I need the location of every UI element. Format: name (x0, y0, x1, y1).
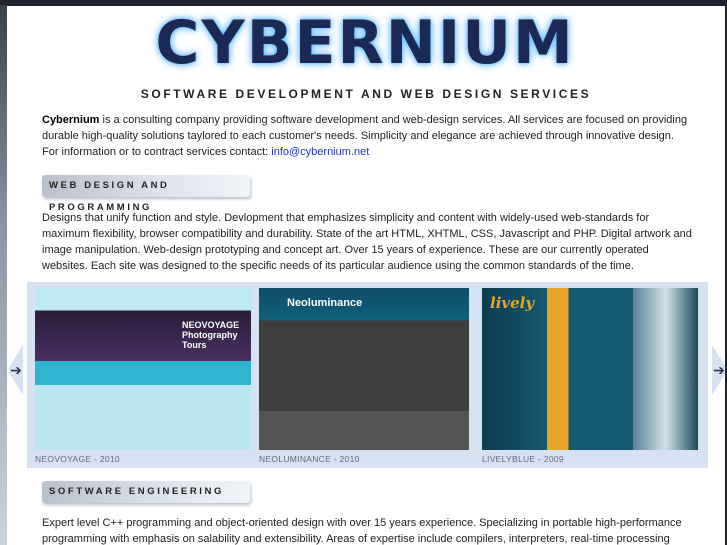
arrow-right-icon[interactable]: ➔ (712, 345, 725, 395)
thumb-label: NEOVOYAGE Photography Tours (182, 320, 240, 350)
software-paragraph: Expert level C++ programming and object-… (42, 517, 682, 545)
caption-neovoyage: NEOVOYAGE - 2010 (35, 454, 120, 464)
intro-paragraph: Cybernium is a consulting company provid… (42, 112, 692, 160)
thumb-label: lively (490, 294, 535, 312)
web-paragraph: Designs that unify function and style. D… (42, 212, 692, 272)
brand-name: Cybernium (42, 114, 100, 126)
caption-neoluminance: NEOLUMINANCE - 2010 (259, 454, 360, 464)
thumbnail-neovoyage[interactable]: NEOVOYAGE Photography Tours (35, 288, 251, 450)
thumb-label: Neoluminance (287, 297, 363, 309)
portfolio-carousel: ➔ ➔ NEOVOYAGE Photography Tours NEOVOYAG… (9, 282, 725, 468)
arrow-left-icon[interactable]: ➔ (9, 345, 23, 395)
page: CYBERNIUM SOFTWARE DEVELOPMENT AND WEB D… (7, 6, 725, 545)
thumbnail-livelyblue[interactable]: lively (482, 288, 698, 450)
page-frame (0, 5, 7, 545)
section-heading-software: SOFTWARE ENGINEERING (42, 481, 250, 503)
email-link[interactable]: info@cybernium.net (271, 146, 369, 158)
thumbnail-neoluminance[interactable]: Neoluminance (259, 288, 469, 450)
tagline: SOFTWARE DEVELOPMENT AND WEB DESIGN SERV… (140, 87, 592, 101)
logo-text: CYBERNIUM (155, 8, 575, 78)
section-heading-web: WEB DESIGN AND PROGRAMMING (42, 175, 250, 213)
cybernium-logo: CYBERNIUM (155, 10, 572, 76)
caption-livelyblue: LIVELYBLUE - 2009 (482, 454, 564, 464)
